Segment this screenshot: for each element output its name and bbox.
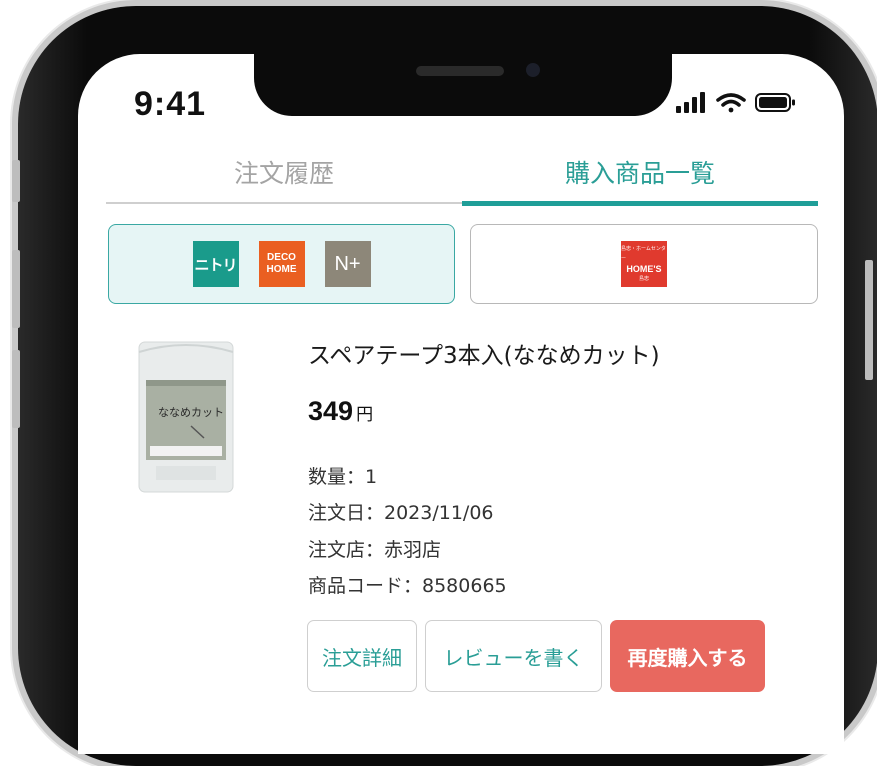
price-value: 349: [308, 396, 354, 426]
store-filter-homes[interactable]: 島忠・ホームセンター HOME'S 島忠: [470, 224, 818, 304]
store-filter-nitori[interactable]: ニトリ DECO HOME N+: [108, 224, 455, 304]
product-name[interactable]: スペアテープ3本入(ななめカット): [308, 336, 660, 370]
homes-logo: 島忠・ホームセンター HOME'S 島忠: [621, 241, 667, 287]
deco-home-logo-top: DECO: [267, 252, 296, 263]
front-camera: [526, 63, 540, 77]
product-image[interactable]: ななめカット: [136, 336, 236, 496]
homes-logo-main: HOME'S: [626, 264, 662, 274]
volume-up-button: [12, 250, 20, 328]
phone-frame: 9:41 注文履歴 購入商品一覧 ニトリ DECO HOME N+ 島忠・ホーム…: [18, 6, 877, 766]
phone-screen: 9:41 注文履歴 購入商品一覧 ニトリ DECO HOME N+ 島忠・ホーム…: [78, 54, 844, 754]
volume-down-button: [12, 350, 20, 428]
order-detail-button[interactable]: 注文詳細: [307, 620, 417, 692]
homes-logo-top: 島忠・ホームセンター: [621, 246, 666, 262]
nitori-logo: ニトリ: [192, 241, 239, 287]
product-order-store: 注文店：赤羽店: [308, 539, 442, 561]
tab-purchased-items[interactable]: 購入商品一覧: [462, 138, 818, 206]
battery-icon: [755, 93, 795, 112]
tab-order-history[interactable]: 注文履歴: [106, 138, 462, 206]
wifi-icon: [716, 93, 746, 113]
mute-switch: [12, 160, 20, 202]
deco-home-logo: DECO HOME: [258, 241, 305, 287]
product-code: 商品コード：8580665: [308, 575, 507, 597]
write-review-button[interactable]: レビューを書く: [425, 620, 602, 692]
power-button: [865, 260, 873, 380]
product-image-label: ななめカット: [158, 406, 224, 419]
price-unit: 円: [356, 405, 374, 425]
speaker-grille: [416, 66, 504, 76]
product-order-date: 注文日：2023/11/06: [308, 502, 494, 524]
signal-icon: [676, 92, 705, 113]
homes-logo-bottom: 島忠: [638, 276, 649, 282]
n-plus-logo: N+: [324, 241, 371, 287]
status-icons: [676, 91, 816, 115]
tab-bar: 注文履歴 購入商品一覧: [106, 138, 818, 206]
status-time: 9:41: [134, 85, 207, 123]
phone-notch: [254, 54, 672, 116]
product-price: 349 円: [308, 396, 373, 427]
active-tab-indicator: [462, 201, 818, 206]
product-quantity: 数量：1: [308, 466, 378, 488]
deco-home-logo-bottom: HOME: [266, 264, 297, 275]
rebuy-button[interactable]: 再度購入する: [610, 620, 765, 692]
